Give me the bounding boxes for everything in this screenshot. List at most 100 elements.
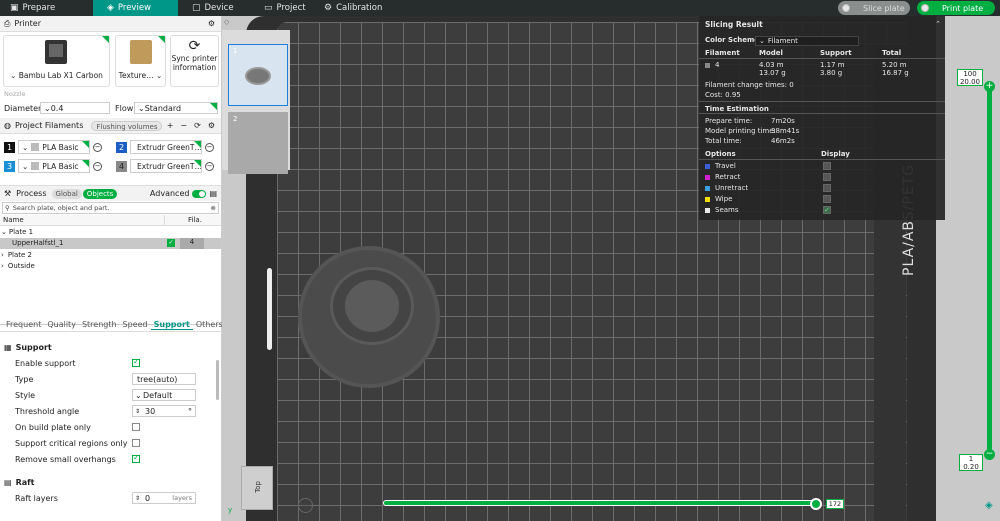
filaments-title: Project Filaments <box>14 121 84 130</box>
filament-remove-icon[interactable]: − <box>205 161 214 171</box>
threshold-angle-row: Threshold angle ⇕ 30 ° <box>0 403 222 419</box>
chevron-down-icon: ⌄ <box>10 71 19 80</box>
tab-device[interactable]: ▢ Device <box>178 0 250 16</box>
filament-remove-icon[interactable]: − <box>93 161 102 171</box>
edit-corner-icon <box>194 160 201 167</box>
enable-support-checkbox[interactable] <box>132 357 140 367</box>
process-icon: ⚒ <box>4 189 12 198</box>
top-toolbar: ▣ Prepare ◈ Preview ▢ Device ▭ Project ⚙ Cali… <box>0 0 1000 16</box>
filament-number: 3 <box>4 160 15 172</box>
unretract-display-checkbox[interactable] <box>823 184 831 192</box>
filament-index[interactable]: 4 <box>180 237 204 249</box>
filament-item-1[interactable]: 1 ⌄ PLA Basic − <box>4 140 102 154</box>
move-slider-handle[interactable] <box>810 498 822 510</box>
wipe-display-checkbox[interactable] <box>823 195 831 203</box>
settings-scrollbar[interactable] <box>216 360 219 400</box>
tree-row-plate-2[interactable]: › Plate 2 <box>0 249 221 261</box>
camera-icon[interactable]: ◎ <box>298 498 313 513</box>
visible-check-icon[interactable]: ✓ <box>167 239 175 248</box>
filament-select[interactable]: ⌄ PLA Basic <box>18 159 90 173</box>
tab-frequent[interactable]: Frequent <box>3 320 44 329</box>
flushing-volumes-button[interactable]: Flushing volumes <box>91 120 163 131</box>
print-toggle-icon <box>921 4 929 12</box>
tab-speed[interactable]: Speed <box>120 320 151 329</box>
slicing-result-title: Slicing Result <box>705 20 763 29</box>
remove-overhangs-checkbox[interactable] <box>132 453 140 463</box>
advanced-switch[interactable]: Advanced ▤ <box>150 189 217 198</box>
collapse-up-icon[interactable]: ⌃ <box>935 20 941 28</box>
filament-select[interactable]: Extrudr GreenT… <box>130 159 202 173</box>
raft-layers-input[interactable]: ⇕ 0 layers <box>132 492 196 504</box>
filament-swatch <box>31 143 40 151</box>
support-style-select[interactable]: ⌄ Default <box>132 389 196 401</box>
global-toggle[interactable]: Global <box>51 188 82 199</box>
retract-display-checkbox[interactable] <box>823 173 831 181</box>
slice-toggle-icon <box>842 4 850 12</box>
seams-display-checkbox[interactable]: ✓ <box>823 206 831 214</box>
flow-select[interactable]: ⌄ Standard <box>134 102 218 114</box>
printer-select-card[interactable]: ⌄ Bambu Lab X1 Carbon <box>3 35 110 87</box>
chevron-down-icon: ⌄ <box>153 71 163 80</box>
tree-row-plate-1[interactable]: ⌄ Plate 1 <box>0 226 221 238</box>
build-plate-only-checkbox[interactable] <box>132 423 140 431</box>
color-scheme-select[interactable]: ⌄ Filament <box>755 36 859 46</box>
tab-calibration[interactable]: ⚙ Calibration <box>310 0 410 16</box>
plate-type-name: Texture… <box>118 71 154 80</box>
layers-icon[interactable]: ◈ <box>985 500 993 511</box>
critical-regions-checkbox[interactable] <box>132 439 140 447</box>
plate-thumbnail-1[interactable]: 1 <box>228 44 288 106</box>
raft-layers-row: Raft layers ⇕ 0 layers <box>0 490 222 506</box>
threshold-angle-input[interactable]: ⇕ 30 ° <box>132 405 196 417</box>
filament-select[interactable]: Extrudr GreenT… <box>130 140 202 154</box>
plate-thumbnail-2[interactable]: 2 <box>228 112 288 174</box>
filament-item-4[interactable]: 4 Extrudr GreenT… − <box>116 159 214 173</box>
tab-preview[interactable]: ◈ Preview <box>93 0 178 16</box>
chevron-down-icon: ⌄ <box>44 103 51 113</box>
filament-remove-icon[interactable]: − <box>205 142 214 152</box>
gear-icon[interactable]: ⚙ <box>208 121 215 130</box>
filament-item-2[interactable]: 2 Extrudr GreenT… − <box>116 140 214 154</box>
tree-row-outside[interactable]: › Outside <box>0 261 221 273</box>
filament-item-3[interactable]: 3 ⌄ PLA Basic − <box>4 159 102 173</box>
objects-toggle[interactable]: Objects <box>82 188 118 199</box>
printer-image <box>45 40 67 64</box>
filament-select[interactable]: ⌄ PLA Basic <box>18 140 90 154</box>
tab-project[interactable]: ▭ Project <box>250 0 310 16</box>
sync-printer-button[interactable]: ⟳ Sync printer information <box>170 35 219 87</box>
tab-prepare[interactable]: ▣ Prepare <box>0 0 93 16</box>
tree-row-object[interactable]: UpperHalfstl_1 ✓ 4 <box>0 237 221 249</box>
filament-remove-icon[interactable]: − <box>93 142 102 152</box>
layer-down-icon[interactable]: − <box>984 449 995 460</box>
collapse-icon[interactable]: ◇ <box>224 18 229 26</box>
diameter-select[interactable]: ⌄ 0.4 <box>40 102 110 114</box>
gear-icon[interactable]: ⚙ <box>208 19 215 28</box>
copy-icon[interactable]: ▤ <box>209 189 217 198</box>
tab-support[interactable]: Support <box>150 320 193 330</box>
layer-slider-track[interactable] <box>987 83 992 455</box>
process-title: Process <box>16 189 47 198</box>
plate-type-card[interactable]: Texture… ⌄ <box>115 35 166 87</box>
clear-icon[interactable]: ⊗ <box>211 204 216 212</box>
add-icon[interactable]: + <box>167 121 174 130</box>
tab-quality[interactable]: Quality <box>44 320 79 329</box>
move-slider-track[interactable] <box>383 500 820 506</box>
sync-icon[interactable]: ⟳ <box>194 121 201 130</box>
slice-plate-button[interactable]: Slice plate <box>838 1 910 15</box>
sync-printer-label: Sync printer information <box>171 54 218 72</box>
travel-display-checkbox[interactable] <box>823 162 831 170</box>
remove-icon[interactable]: − <box>180 121 187 130</box>
print-plate-button[interactable]: Print plate <box>917 1 995 15</box>
chevron-right-icon: › <box>1 250 4 259</box>
search-input[interactable]: ⚲ Search plate, object and part. ⊗ <box>2 202 219 214</box>
layer-up-icon[interactable]: + <box>984 81 995 92</box>
support-type-select[interactable]: tree(auto) <box>132 373 196 385</box>
legend-swatch <box>705 197 710 202</box>
tab-others[interactable]: Others <box>193 320 226 329</box>
slicing-result-panel: Slicing Result ⌃ Color Scheme ⌄ Filament … <box>699 16 945 220</box>
legend-swatch <box>705 208 710 213</box>
tab-strength[interactable]: Strength <box>79 320 120 329</box>
edit-corner-icon <box>158 36 165 43</box>
filament-number: 4 <box>116 160 127 172</box>
view-cube[interactable]: Top <box>241 466 273 510</box>
sync-icon: ⟳ <box>188 38 201 54</box>
